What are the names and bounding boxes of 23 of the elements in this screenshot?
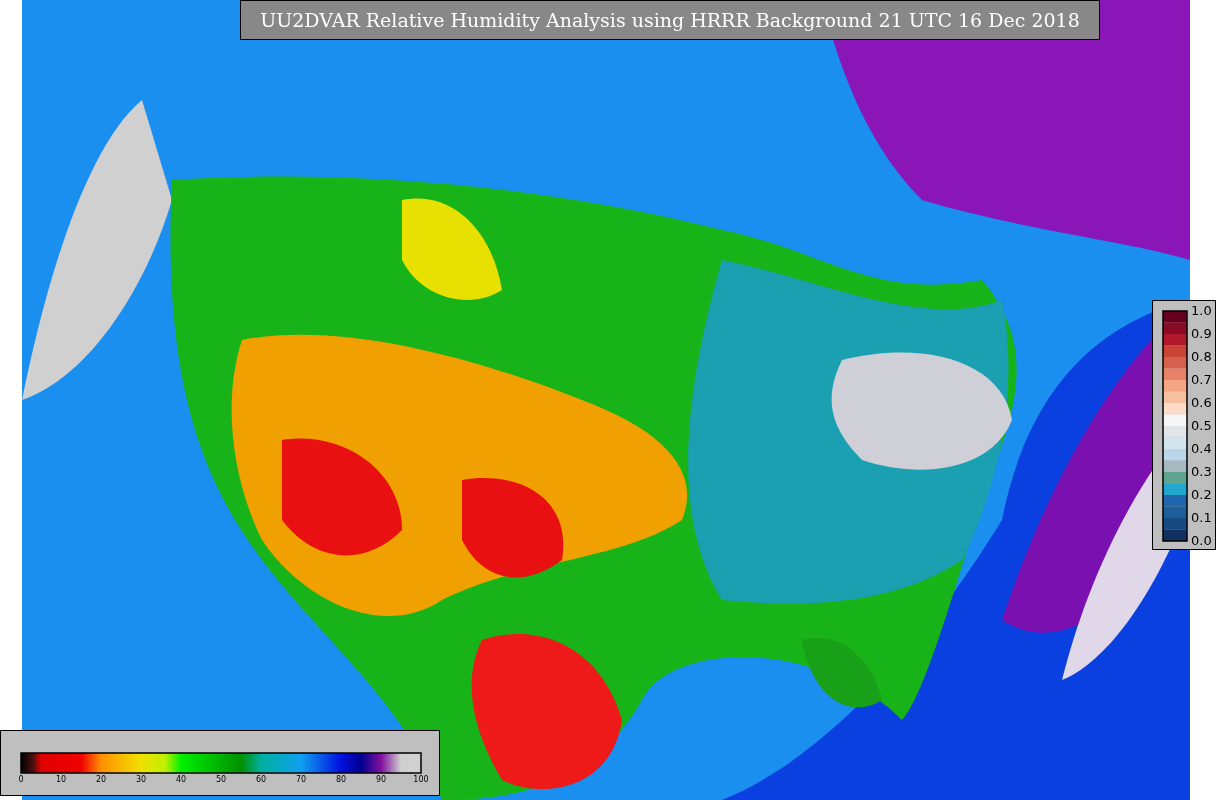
tick-label: 0.6 [1191, 396, 1212, 410]
tick-label: 0.4 [1191, 442, 1212, 456]
map-title: UU2DVAR Relative Humidity Analysis using HRRR Background 21 UTC 16 Dec 2018 [240, 0, 1100, 40]
tick-label: 100 [413, 775, 429, 785]
tick-label: 30 [135, 775, 147, 785]
tick-label: 1.0 [1191, 304, 1212, 318]
tick-label: 50 [215, 775, 227, 785]
tick-label: 0.1 [1191, 511, 1212, 525]
tick-label: 20 [95, 775, 107, 785]
tick-label: 90 [375, 775, 387, 785]
tick-label: 0.0 [1191, 534, 1212, 548]
tick-label: 0.7 [1191, 373, 1212, 387]
tick-label: 40 [175, 775, 187, 785]
tick-label: 0.3 [1191, 465, 1212, 479]
tick-label: 10 [55, 775, 67, 785]
tick-label: 70 [295, 775, 307, 785]
tick-label: 80 [335, 775, 347, 785]
tick-label: 60 [255, 775, 267, 785]
tick-label: 0 [18, 775, 24, 785]
tick-label: 0.8 [1191, 350, 1212, 364]
tick-label: 0.5 [1191, 419, 1212, 433]
tick-label: 0.9 [1191, 327, 1212, 341]
tick-label: 0.2 [1191, 488, 1212, 502]
